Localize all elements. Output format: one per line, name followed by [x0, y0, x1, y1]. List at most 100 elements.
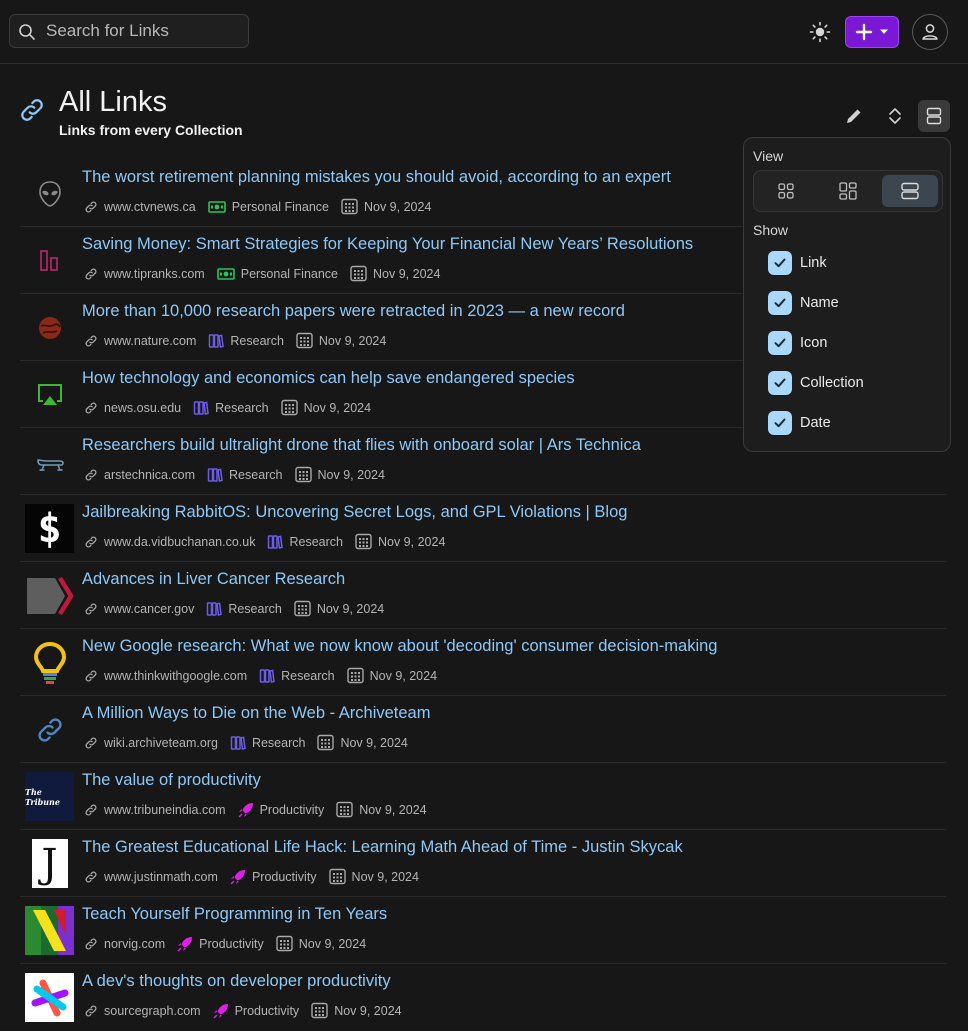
link-meta: www.tribuneindia.com Productivity Nov 9, 2… [84, 801, 427, 818]
link-icon [85, 670, 97, 681]
link-collection[interactable]: Research [230, 334, 284, 348]
link-title[interactable]: How technology and economics can help sa… [82, 369, 575, 388]
link-icon [21, 99, 43, 121]
books-icon [206, 601, 223, 617]
alien-icon [25, 169, 74, 218]
link-row[interactable]: A dev's thoughts on developer productivi… [20, 964, 946, 1031]
j-logo-icon: J [25, 839, 74, 888]
link-collection[interactable]: Personal Finance [241, 267, 338, 281]
books-icon [207, 467, 223, 483]
show-collection-checkbox[interactable]: Collection [768, 371, 864, 395]
link-row[interactable]: J The Greatest Educational Life Hack: Lea… [20, 830, 946, 897]
sort-button[interactable] [879, 100, 911, 132]
calendar-icon [336, 801, 353, 818]
link-collection[interactable]: Productivity [260, 803, 325, 817]
link-title[interactable]: New Google research: What we now know ab… [82, 637, 717, 656]
show-link-checkbox[interactable]: Link [768, 251, 827, 275]
link-title[interactable]: Researchers build ultralight drone that … [82, 436, 641, 455]
link-icon [85, 1005, 97, 1016]
page-subtitle: Links from every Collection [59, 122, 243, 138]
list-view-button[interactable] [882, 175, 938, 207]
chevron-logo-icon [25, 571, 74, 620]
link-date: Nov 9, 2024 [373, 266, 441, 281]
link-title[interactable]: A Million Ways to Die on the Web - Archi… [82, 704, 430, 723]
edit-button[interactable] [838, 100, 870, 132]
link-collection[interactable]: Research [228, 602, 282, 616]
link-date: Nov 9, 2024 [298, 936, 367, 951]
link-icon [85, 871, 97, 882]
list-view-icon [926, 107, 942, 125]
list-view-icon [901, 182, 919, 200]
link-collection[interactable]: Research [281, 669, 335, 683]
link-collection[interactable]: Productivity [199, 937, 264, 951]
link-row[interactable]: A Million Ways to Die on the Web - Archi… [20, 696, 946, 763]
calendar-icon [328, 868, 346, 885]
link-domain: wiki.archiveteam.org [104, 735, 218, 750]
link-meta: www.ctvnews.ca Personal Finance Nov 9, 202… [84, 198, 431, 215]
calendar-icon [341, 198, 358, 215]
show-label: Show [753, 222, 789, 238]
show-date-checkbox[interactable]: Date [768, 411, 831, 435]
link-title[interactable]: The value of productivity [82, 771, 261, 790]
link-title[interactable]: The worst retirement planning mistakes y… [82, 168, 671, 187]
view-options-popover: View Show Link Name Icon Collection Date [743, 137, 951, 452]
search-box[interactable] [9, 14, 249, 48]
link-collection[interactable]: Research [252, 736, 306, 750]
sun-icon [809, 21, 831, 43]
sort-icon [889, 108, 901, 124]
link-title[interactable]: More than 10,000 research papers were re… [82, 302, 625, 321]
link-collection[interactable]: Productivity [252, 870, 317, 884]
link-date: Nov 9, 2024 [317, 467, 385, 482]
calendar-icon [294, 466, 312, 483]
link-date: Nov 9, 2024 [377, 534, 446, 549]
link-collection[interactable]: Research [215, 401, 269, 415]
link-title[interactable]: The Greatest Educational Life Hack: Lear… [82, 838, 683, 857]
link-domain: www.tipranks.com [104, 266, 205, 281]
link-icon [25, 705, 74, 754]
link-collection[interactable]: Personal Finance [232, 200, 329, 214]
link-icon [85, 938, 97, 949]
link-date: Nov 9, 2024 [303, 400, 372, 415]
link-row[interactable]: Advances in Liver Cancer Research www.can… [20, 562, 946, 629]
link-title[interactable]: Advances in Liver Cancer Research [82, 570, 345, 589]
link-row[interactable]: $ Jailbreaking RabbitOS: Uncovering Secre… [20, 495, 946, 562]
view-options-button[interactable] [918, 100, 950, 132]
view-mode-selector [753, 170, 943, 212]
link-meta: www.justinmath.com Productivity Nov 9, 202… [84, 868, 419, 885]
lightbulb-icon [25, 638, 74, 687]
link-row[interactable]: New Google research: What we now know ab… [20, 629, 946, 696]
search-input[interactable] [46, 15, 242, 47]
search-icon [19, 24, 35, 40]
link-title[interactable]: Jailbreaking RabbitOS: Uncovering Secret… [82, 503, 627, 522]
masonry-view-button[interactable] [820, 175, 876, 207]
link-title[interactable]: A dev's thoughts on developer productivi… [82, 972, 391, 991]
theme-toggle-button[interactable] [806, 18, 834, 46]
calendar-icon [311, 1002, 328, 1019]
show-link-label: Link [800, 255, 827, 271]
rocket-icon [177, 936, 193, 952]
show-name-checkbox[interactable]: Name [768, 291, 839, 315]
link-row[interactable]: Teach Yourself Programming in Ten Years n… [20, 897, 946, 964]
books-icon [193, 400, 209, 416]
link-title[interactable]: Saving Money: Smart Strategies for Keepi… [82, 235, 693, 254]
link-collection[interactable]: Research [289, 535, 343, 549]
link-row[interactable]: The Tribune The value of productivity www.… [20, 763, 946, 830]
add-link-button[interactable] [845, 16, 899, 48]
user-menu-button[interactable] [912, 14, 948, 50]
card-view-button[interactable] [758, 175, 814, 207]
link-domain: sourcegraph.com [104, 1003, 201, 1018]
link-icon [85, 335, 97, 346]
card-view-icon [778, 183, 794, 199]
link-title[interactable]: Teach Yourself Programming in Ten Years [82, 905, 387, 924]
checkbox-checked-icon [768, 291, 792, 315]
link-collection[interactable]: Productivity [235, 1004, 300, 1018]
link-icon [85, 737, 97, 748]
show-icon-checkbox[interactable]: Icon [768, 331, 827, 355]
link-collection[interactable]: Research [229, 468, 283, 482]
link-meta: www.thinkwithgoogle.com Research Nov 9, 20… [84, 667, 437, 684]
link-date: Nov 9, 2024 [369, 668, 438, 683]
plus-icon [855, 23, 873, 41]
link-domain: www.cancer.gov [104, 601, 195, 616]
books-icon [230, 735, 246, 751]
link-icon [85, 201, 97, 212]
